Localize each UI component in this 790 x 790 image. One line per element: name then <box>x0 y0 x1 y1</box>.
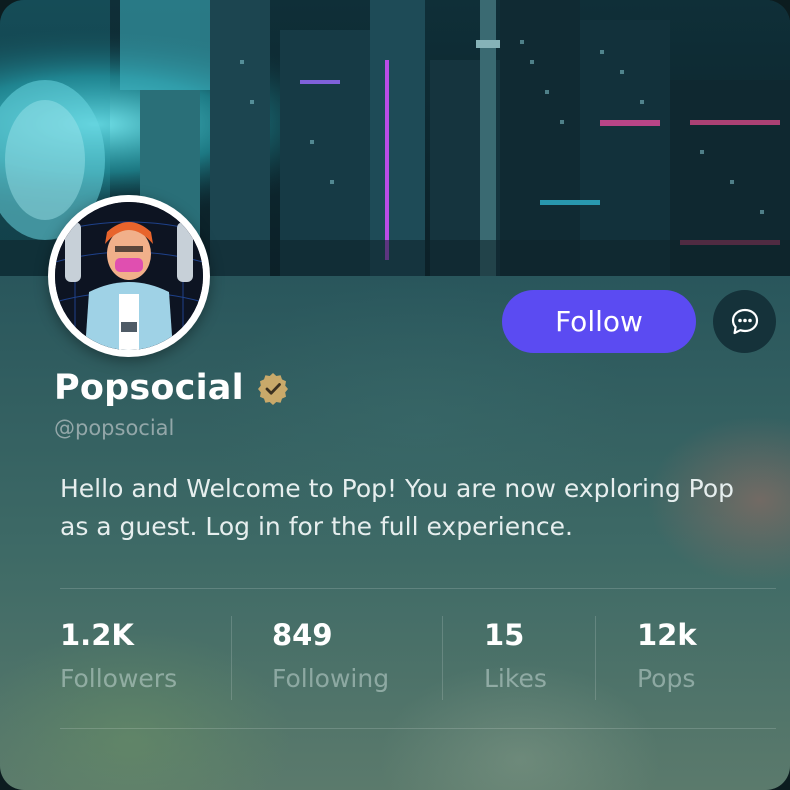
verified-badge-icon <box>257 373 288 405</box>
stat-value: 849 <box>272 618 333 652</box>
stat-value: 15 <box>484 618 525 652</box>
profile-handle: @popsocial <box>54 416 175 440</box>
profile-name: Popsocial <box>54 368 244 408</box>
divider <box>60 588 776 589</box>
follow-button[interactable]: Follow <box>502 290 696 353</box>
profile-name-row: Popsocial <box>54 362 290 414</box>
stat-pops[interactable]: 12k Pops <box>637 612 697 702</box>
profile-stats: 1.2K Followers 849 Following 15 Likes 12… <box>60 612 776 702</box>
message-button[interactable] <box>713 290 776 353</box>
stat-label: Following <box>272 664 390 693</box>
stat-value: 12k <box>637 618 697 652</box>
stat-value: 1.2K <box>60 618 134 652</box>
stat-following[interactable]: 849 Following <box>272 612 389 702</box>
stat-separator <box>442 616 443 700</box>
chat-bubble-icon <box>731 308 758 334</box>
profile-bio: Hello and Welcome to Pop! You are now ex… <box>60 474 734 541</box>
profile-card: Follow Popsocial @popsocial Hello and We… <box>0 0 790 790</box>
stat-followers[interactable]: 1.2K Followers <box>60 612 177 702</box>
avatar-image <box>55 202 203 350</box>
stat-separator <box>595 616 596 700</box>
stat-likes[interactable]: 15 Likes <box>484 612 547 702</box>
stat-label: Pops <box>637 664 696 693</box>
stat-separator <box>231 616 232 700</box>
divider <box>60 728 776 729</box>
stat-label: Followers <box>60 664 178 693</box>
stat-label: Likes <box>484 664 547 693</box>
avatar[interactable] <box>48 195 210 357</box>
